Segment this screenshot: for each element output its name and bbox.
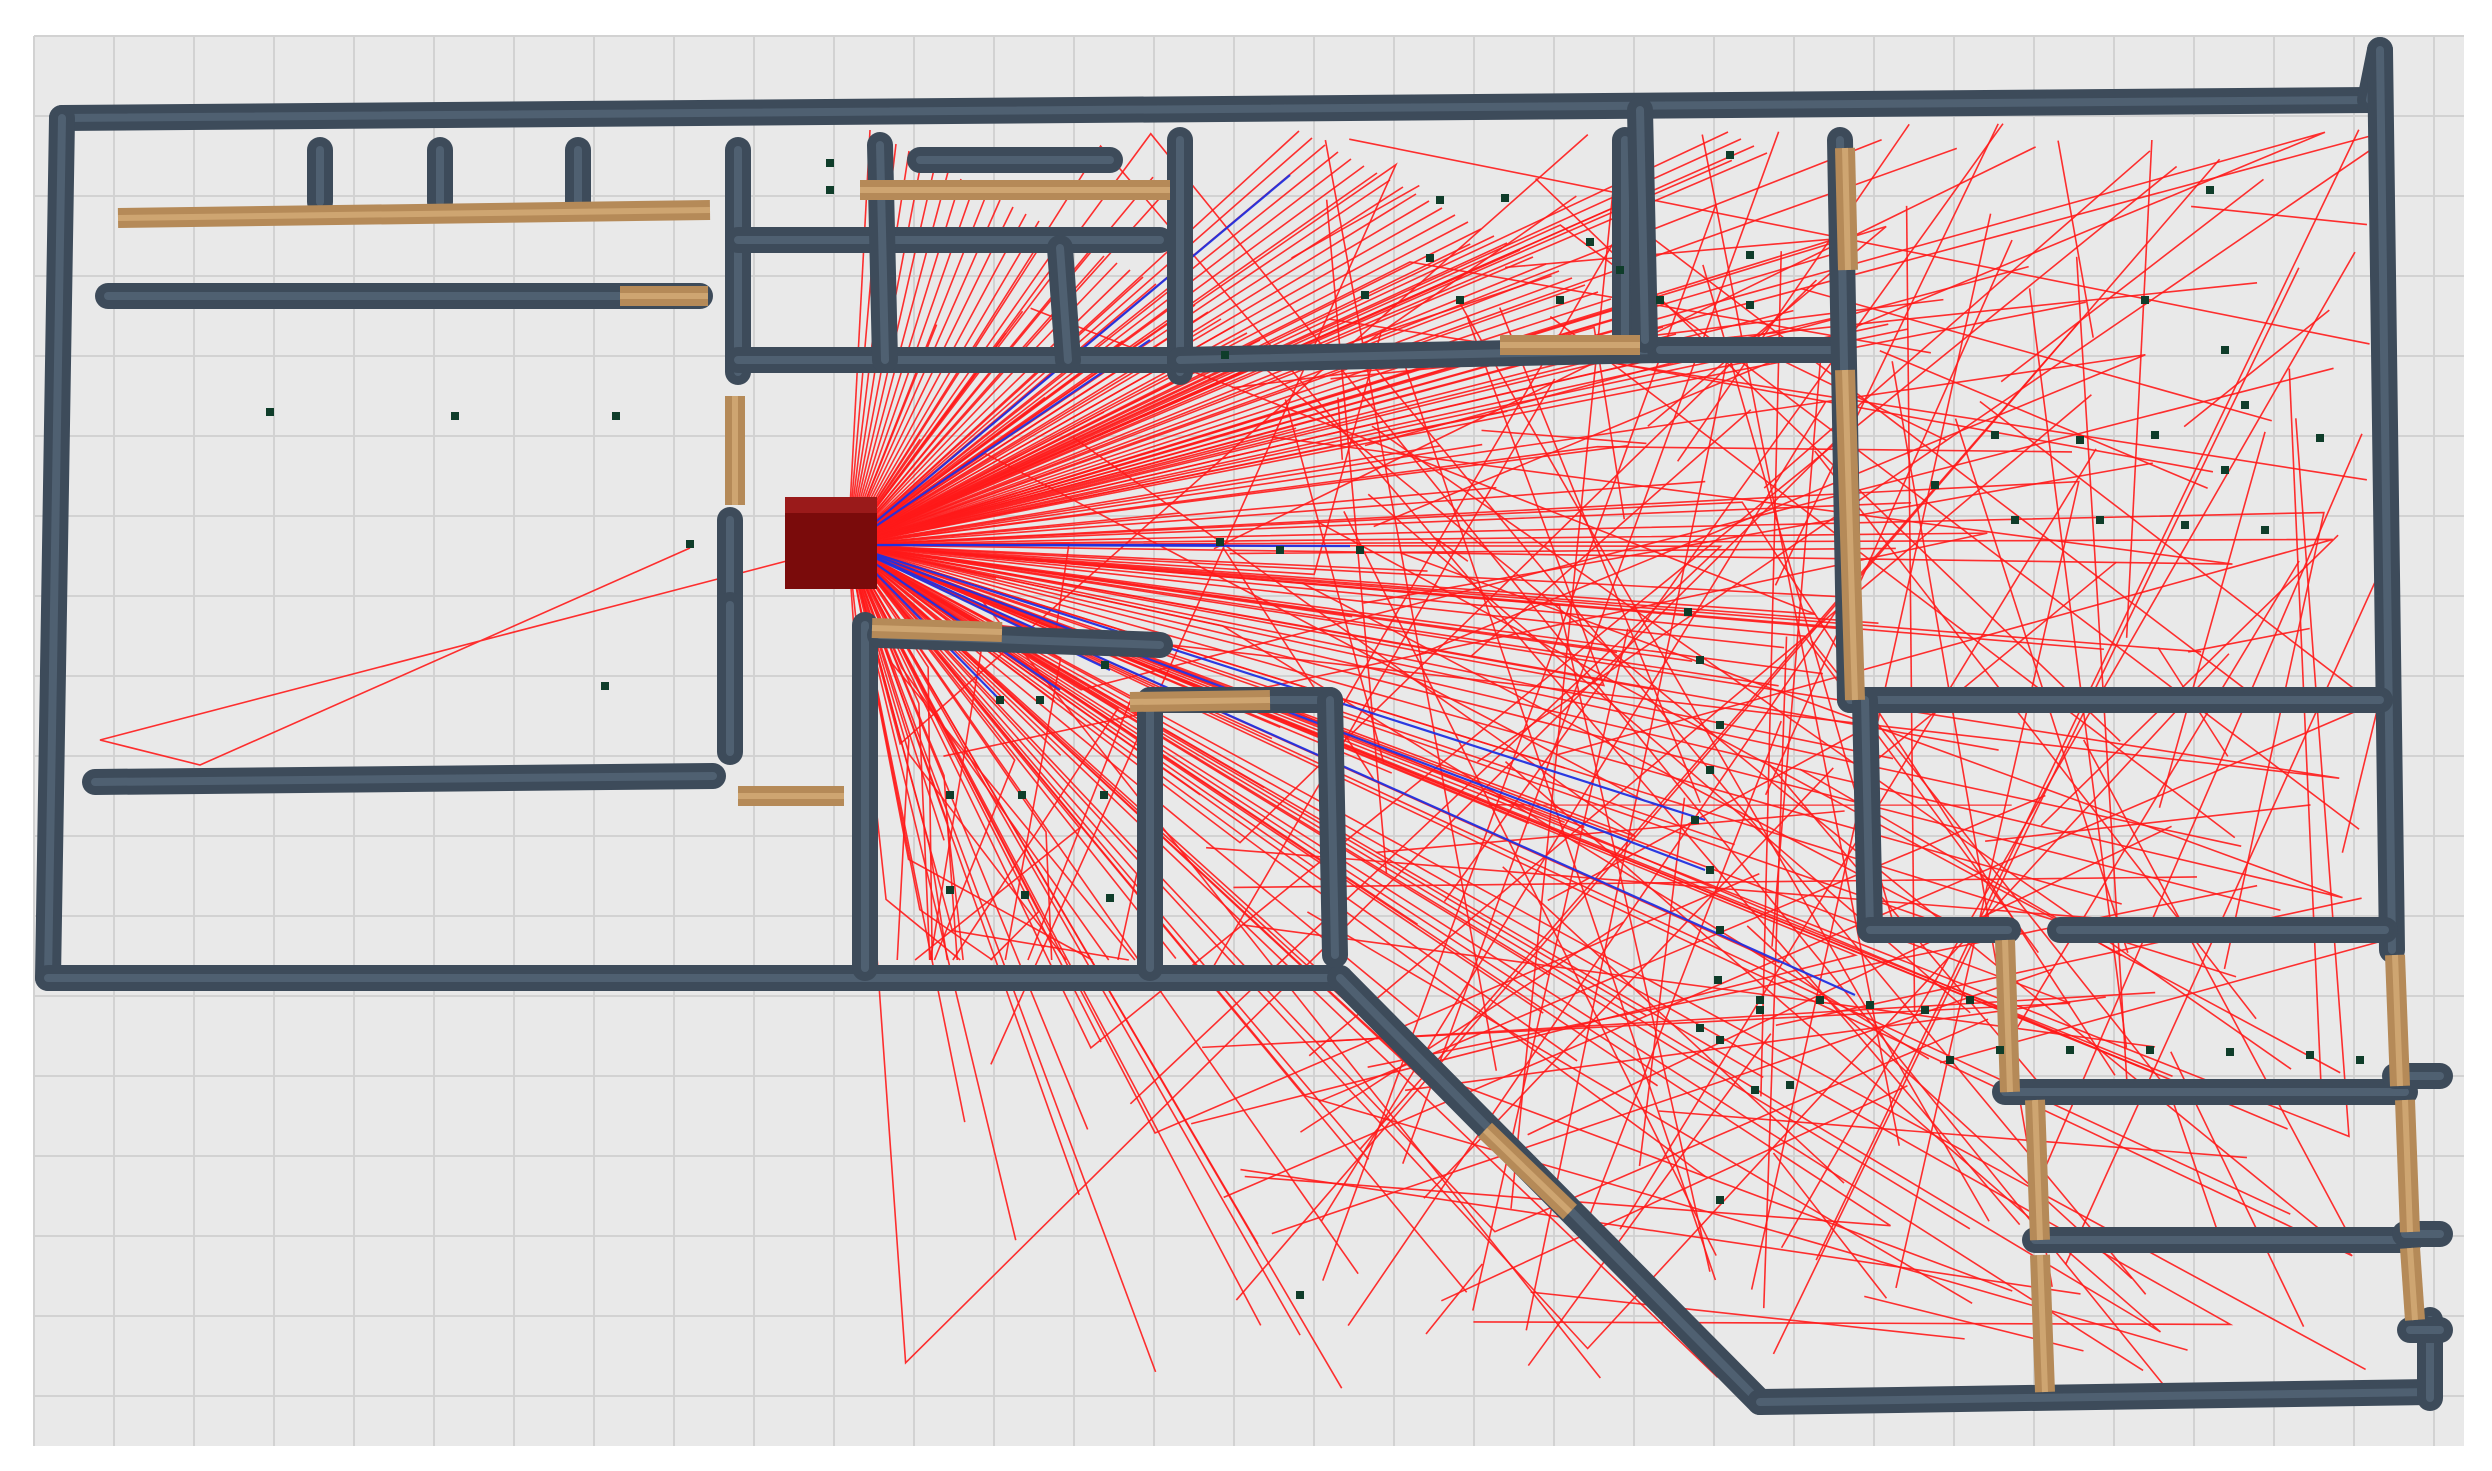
receiver-point-icon <box>826 186 834 194</box>
receiver-point-icon <box>946 791 954 799</box>
receiver-point-icon <box>1361 291 1369 299</box>
receiver-point-icon <box>1996 1046 2004 1054</box>
wall-highlight <box>876 141 889 364</box>
receiver-point-icon <box>2261 526 2269 534</box>
floor-plan-view <box>33 35 2464 1446</box>
receiver-point-icon <box>2221 466 2229 474</box>
receiver-point-icon <box>1696 656 1704 664</box>
receiver-point-icon <box>1714 976 1722 984</box>
receiver-point-icon <box>2076 436 2084 444</box>
receiver-point-icon <box>2181 521 2189 529</box>
receiver-point-icon <box>2206 186 2214 194</box>
receiver-point-icon <box>2066 1046 2074 1054</box>
receiver-point-icon <box>1426 254 1434 262</box>
receiver-point-icon <box>686 540 694 548</box>
receiver-point-icon <box>2226 1048 2234 1056</box>
receiver-point-icon <box>1716 721 1724 729</box>
receiver-point-icon <box>1101 661 1109 669</box>
receiver-point-icon <box>266 408 274 416</box>
receiver-point-icon <box>2141 296 2149 304</box>
receiver-point-icon <box>1586 238 1594 246</box>
receiver-point-icon <box>2221 346 2229 354</box>
receiver-point-icon <box>1691 816 1699 824</box>
receiver-point-icon <box>1966 996 1974 1004</box>
receiver-point-icon <box>1221 351 1229 359</box>
receiver-point-icon <box>1931 481 1939 489</box>
receiver-point-icon <box>2306 1051 2314 1059</box>
transmitter-cube-shade <box>785 497 877 513</box>
receiver-point-icon <box>1216 538 1224 546</box>
receiver-point-icon <box>1866 1001 1874 1009</box>
door-highlight <box>871 625 1003 635</box>
receiver-point-icon <box>1706 866 1714 874</box>
receiver-point-icon <box>1036 696 1044 704</box>
receiver-point-icon <box>1296 1291 1304 1299</box>
door-highlight <box>1129 697 1271 705</box>
receiver-point-icon <box>1746 251 1754 259</box>
receiver-point-icon <box>2241 401 2249 409</box>
ray-tracing-scene <box>0 0 2492 1471</box>
receiver-point-icon <box>451 412 459 420</box>
receiver-point-icon <box>1716 926 1724 934</box>
receiver-point-icon <box>1696 1024 1704 1032</box>
receiver-point-icon <box>1756 996 1764 1004</box>
wall-highlight <box>1861 696 1874 934</box>
receiver-point-icon <box>2146 1046 2154 1054</box>
receiver-point-icon <box>1716 1036 1724 1044</box>
receiver-point-icon <box>1746 301 1754 309</box>
receiver-point-icon <box>601 682 609 690</box>
receiver-point-icon <box>1021 891 1029 899</box>
receiver-point-icon <box>1684 608 1692 616</box>
receiver-point-icon <box>946 886 954 894</box>
transmitter <box>785 497 877 589</box>
receiver-point-icon <box>1726 151 1734 159</box>
receiver-point-icon <box>1716 1196 1724 1204</box>
receiver-point-icon <box>826 159 834 167</box>
receiver-point-icon <box>1556 296 1564 304</box>
receiver-point-icon <box>2316 434 2324 442</box>
receiver-point-icon <box>1991 431 1999 439</box>
receiver-point-icon <box>2151 431 2159 439</box>
receiver-point-icon <box>1501 194 1509 202</box>
receiver-point-icon <box>1656 296 1664 304</box>
receiver-point-icon <box>1751 1086 1759 1094</box>
receiver-point-icon <box>1100 791 1108 799</box>
receiver-point-icon <box>2356 1056 2364 1064</box>
receiver-point-icon <box>2011 516 2019 524</box>
receiver-point-icon <box>1018 791 1026 799</box>
wall-highlight <box>1326 696 1339 959</box>
receiver-point-icon <box>1756 1006 1764 1014</box>
receiver-point-icon <box>1786 1081 1794 1089</box>
receiver-point-icon <box>996 696 1004 704</box>
receiver-point-icon <box>1616 266 1624 274</box>
door-highlight <box>1842 147 1851 271</box>
receiver-point-icon <box>1436 196 1444 204</box>
receiver-point-icon <box>1456 296 1464 304</box>
receiver-point-icon <box>2096 516 2104 524</box>
receiver-point-icon <box>1946 1056 1954 1064</box>
wall-highlight <box>1636 106 1649 344</box>
receiver-point-icon <box>612 412 620 420</box>
receiver-point-icon <box>1276 546 1284 554</box>
receiver-point-icon <box>1921 1006 1929 1014</box>
receiver-point-icon <box>1356 546 1364 554</box>
receiver-point-icon <box>1816 996 1824 1004</box>
receiver-point-icon <box>1706 766 1714 774</box>
receiver-point-icon <box>1106 894 1114 902</box>
